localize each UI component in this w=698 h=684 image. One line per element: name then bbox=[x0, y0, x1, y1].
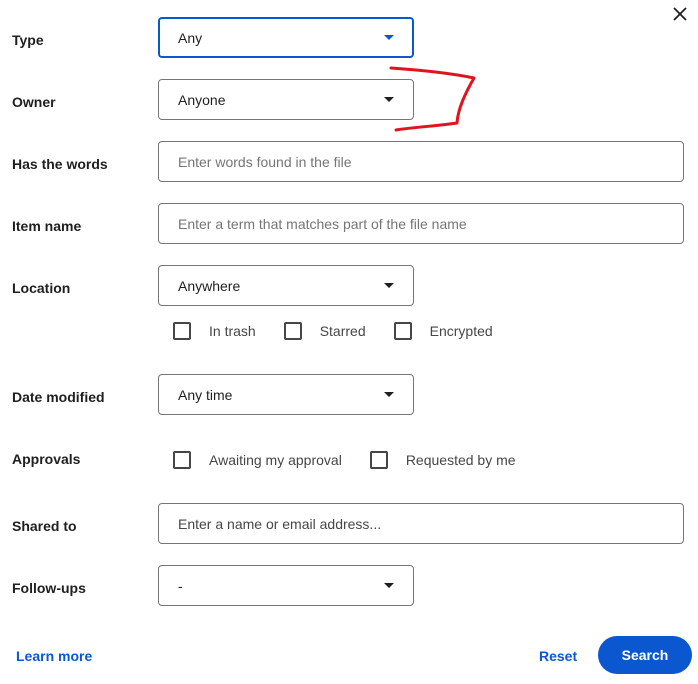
type-select-value: Any bbox=[178, 29, 203, 46]
starred-label: Starred bbox=[319, 323, 366, 339]
location-select-value: Anywhere bbox=[178, 277, 241, 294]
in-trash-label: In trash bbox=[209, 323, 256, 339]
approvals-checkboxes: Awaiting my approval Requested by me bbox=[173, 451, 544, 469]
shared-to-input[interactable]: Enter a name or email address... bbox=[158, 503, 684, 544]
close-button[interactable] bbox=[670, 4, 690, 24]
awaiting-approval-label: Awaiting my approval bbox=[209, 452, 342, 468]
item-name-input[interactable]: Enter a term that matches part of the fi… bbox=[158, 203, 684, 244]
chevron-down-icon bbox=[384, 282, 394, 288]
location-select[interactable]: Anywhere bbox=[158, 265, 414, 306]
shared-to-label: Shared to bbox=[12, 518, 77, 534]
checkbox-box[interactable] bbox=[393, 322, 412, 340]
requested-by-me-checkbox[interactable]: Requested by me bbox=[369, 451, 516, 469]
in-trash-checkbox[interactable]: In trash bbox=[173, 322, 256, 340]
has-words-placeholder: Enter words found in the file bbox=[178, 153, 352, 170]
chevron-down-icon bbox=[384, 582, 394, 588]
owner-select-value: Anyone bbox=[178, 91, 226, 108]
encrypted-checkbox[interactable]: Encrypted bbox=[393, 322, 493, 340]
approvals-label: Approvals bbox=[12, 451, 81, 467]
date-modified-select[interactable]: Any time bbox=[158, 374, 414, 415]
location-label: Location bbox=[12, 280, 71, 296]
reset-button[interactable]: Reset bbox=[539, 648, 577, 664]
has-words-label: Has the words bbox=[12, 156, 108, 172]
checkbox-box[interactable] bbox=[369, 451, 388, 469]
learn-more-link[interactable]: Learn more bbox=[16, 648, 92, 664]
starred-checkbox[interactable]: Starred bbox=[283, 322, 366, 340]
item-name-label: Item name bbox=[12, 218, 82, 234]
date-modified-select-value: Any time bbox=[178, 386, 233, 403]
awaiting-approval-checkbox[interactable]: Awaiting my approval bbox=[173, 451, 342, 469]
encrypted-label: Encrypted bbox=[429, 323, 493, 339]
owner-select[interactable]: Anyone bbox=[158, 79, 414, 120]
search-button[interactable]: Search bbox=[598, 636, 692, 674]
checkbox-box[interactable] bbox=[173, 451, 191, 469]
follow-ups-label: Follow-ups bbox=[12, 580, 86, 596]
has-words-input[interactable]: Enter words found in the file bbox=[158, 141, 684, 182]
chevron-down-icon bbox=[384, 391, 394, 397]
checkbox-box[interactable] bbox=[283, 322, 302, 340]
location-checkboxes: In trash Starred Encrypted bbox=[173, 322, 521, 340]
type-select[interactable]: Any bbox=[158, 17, 414, 58]
item-name-placeholder: Enter a term that matches part of the fi… bbox=[178, 215, 467, 232]
type-label: Type bbox=[12, 32, 44, 48]
owner-label: Owner bbox=[12, 94, 56, 110]
close-icon bbox=[673, 7, 687, 21]
checkbox-box[interactable] bbox=[173, 322, 191, 340]
requested-by-me-label: Requested by me bbox=[405, 452, 516, 468]
date-modified-label: Date modified bbox=[12, 389, 105, 405]
chevron-down-icon bbox=[384, 96, 394, 102]
shared-to-placeholder: Enter a name or email address... bbox=[178, 515, 382, 532]
follow-ups-select[interactable]: - bbox=[158, 565, 414, 606]
follow-ups-select-value: - bbox=[178, 577, 183, 594]
chevron-down-icon bbox=[384, 34, 394, 40]
